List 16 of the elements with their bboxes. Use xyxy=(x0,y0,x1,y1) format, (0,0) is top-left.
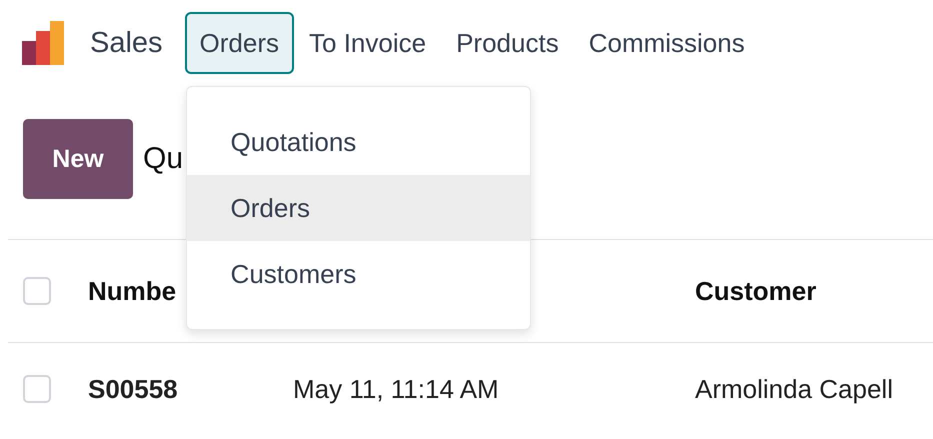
column-header[interactable]: Customer xyxy=(695,276,933,306)
app-name[interactable]: Sales xyxy=(90,26,163,60)
menu-item[interactable]: Commissions xyxy=(574,12,760,74)
dropdown-item[interactable]: Customers xyxy=(186,241,530,307)
dropdown-item[interactable]: Quotations xyxy=(186,109,530,175)
page-title: Qu xyxy=(143,142,184,176)
menu-item[interactable]: To Invoice xyxy=(294,12,442,74)
table-cell-text: S00558 xyxy=(88,374,179,404)
menu-item[interactable]: Products xyxy=(441,12,574,74)
row-checkbox[interactable] xyxy=(23,375,51,403)
select-all-checkbox[interactable] xyxy=(23,277,51,305)
table-cell-text: Armolinda Capell xyxy=(695,374,894,404)
menu-item[interactable]: Orders xyxy=(184,12,294,74)
table-cell-text: May 11, 11:14 AM xyxy=(293,374,500,404)
new-button[interactable]: New xyxy=(23,119,133,199)
dropdown-item[interactable]: Orders xyxy=(186,175,530,241)
